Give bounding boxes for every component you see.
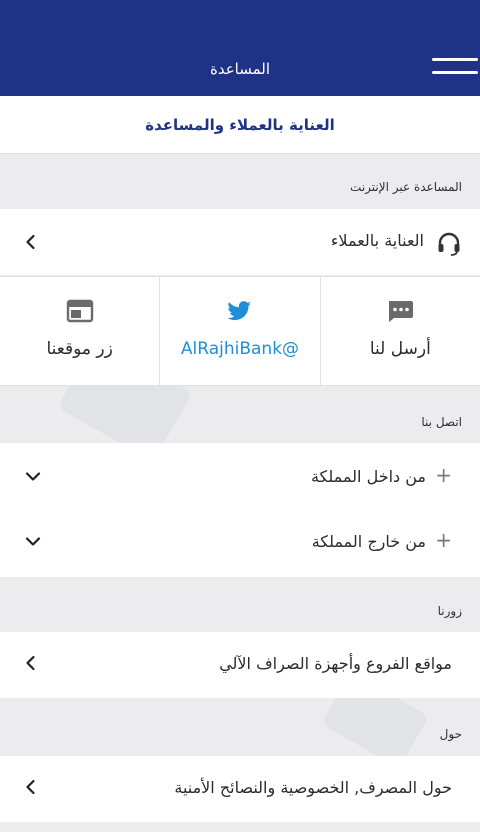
twitter-tile[interactable]: AlRajhiBank@: [160, 277, 321, 385]
send-message-label: أرسل لنا: [369, 339, 431, 359]
visit-website-tile[interactable]: زر موقعنا: [0, 277, 161, 385]
branches-atm-row[interactable]: مواقع الفروع وأجهزة الصراف الآلي: [0, 632, 480, 698]
contact-inside-row[interactable]: من داخل المملكة +: [0, 447, 480, 507]
section-label-online-help: المساعدة عبر الإنترنت: [350, 180, 462, 194]
customer-care-row[interactable]: العناية بالعملاء: [0, 209, 480, 275]
customer-care-label: العناية بالعملاء: [330, 231, 424, 250]
chevron-left-icon: [22, 233, 40, 251]
plus-icon: +: [435, 463, 452, 487]
chevron-down-icon: [24, 532, 42, 550]
contact-inside-label: من داخل المملكة: [310, 467, 426, 486]
contact-tiles: زر موقعنا AlRajhiBank@ أرسل لنا: [0, 276, 480, 386]
twitter-handle-link: AlRajhiBank@: [180, 339, 300, 359]
plus-icon: +: [435, 528, 452, 552]
message-icon: [386, 299, 414, 323]
contact-outside-row[interactable]: من خارج المملكة +: [0, 512, 480, 572]
send-message-tile[interactable]: أرسل لنا: [321, 277, 480, 385]
contact-outside-label: من خارج المملكة: [311, 532, 426, 551]
visit-website-label: زر موقعنا: [46, 339, 113, 359]
section-label-contact: اتصل بنا: [421, 415, 462, 429]
chevron-left-icon: [22, 778, 40, 796]
section-label-about: حول: [439, 727, 462, 741]
page-title: المساعدة: [209, 60, 271, 78]
subheader-title: العناية بالعملاء والمساعدة: [145, 115, 335, 134]
chevron-down-icon: [24, 467, 42, 485]
browser-icon: [66, 299, 94, 323]
subheader: العناية بالعملاء والمساعدة: [0, 96, 480, 154]
about-label: حول المصرف, الخصوصية والنصائح الأمنية: [174, 778, 452, 797]
branches-atm-label: مواقع الفروع وأجهزة الصراف الآلي: [219, 654, 452, 673]
app-header: المساعدة: [0, 0, 480, 96]
about-row[interactable]: حول المصرف, الخصوصية والنصائح الأمنية: [0, 756, 480, 822]
menu-icon[interactable]: [432, 56, 478, 80]
section-label-visit: زورنا: [437, 604, 462, 618]
chevron-left-icon: [22, 654, 40, 672]
twitter-icon: [226, 299, 254, 323]
headset-icon: [436, 231, 462, 257]
